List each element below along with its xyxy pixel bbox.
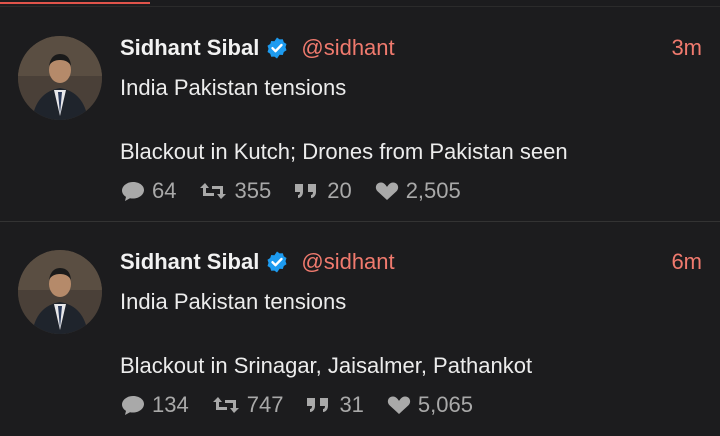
tweet-text-line: India Pakistan tensions xyxy=(120,289,347,314)
author-handle[interactable]: @sidhant xyxy=(301,249,394,275)
reply-count: 134 xyxy=(152,392,189,417)
verified-badge-icon xyxy=(267,37,287,59)
avatar-image xyxy=(18,36,102,120)
like-count: 2,505 xyxy=(405,178,461,203)
author-name[interactable]: Sidhant Sibal xyxy=(120,249,259,275)
quote-button[interactable]: 31 xyxy=(305,392,364,418)
retweet-count: 747 xyxy=(246,392,284,417)
avatar[interactable] xyxy=(18,36,102,120)
tweet-timestamp[interactable]: 3m xyxy=(671,34,702,62)
like-button[interactable]: 5,065 xyxy=(386,392,473,418)
quote-marks-icon xyxy=(295,184,317,198)
speech-bubble-icon xyxy=(122,396,144,415)
quote-button[interactable]: 20 xyxy=(293,178,352,204)
reply-button[interactable]: 134 xyxy=(120,392,189,418)
tweet-actions: 64 355 20 2,505 xyxy=(120,178,483,204)
retweet-count: 355 xyxy=(234,178,272,203)
avatar[interactable] xyxy=(18,250,102,334)
quote-count: 31 xyxy=(339,392,364,417)
retweet-arrows-icon xyxy=(212,397,239,413)
quote-marks-icon xyxy=(307,398,329,412)
speech-bubble-icon xyxy=(122,182,144,201)
tweet-header: Sidhant Sibal @sidhant 3m xyxy=(120,34,702,62)
like-button[interactable]: 2,505 xyxy=(374,178,461,204)
verified-badge-icon xyxy=(267,251,287,273)
tweet-text-line: India Pakistan tensions xyxy=(120,75,347,100)
author-handle[interactable]: @sidhant xyxy=(301,35,394,61)
tweet-header: Sidhant Sibal @sidhant 6m xyxy=(120,248,702,276)
tweet-timestamp[interactable]: 6m xyxy=(671,248,702,276)
heart-icon xyxy=(375,182,398,200)
tweet-text: India Pakistan tensions Blackout in Kutc… xyxy=(120,72,702,168)
retweet-button[interactable]: 747 xyxy=(211,392,284,418)
avatar-image xyxy=(18,250,102,334)
retweet-arrows-icon xyxy=(200,183,227,199)
tweet-card[interactable]: Sidhant Sibal @sidhant 3m India Pakistan… xyxy=(0,8,720,222)
tweet-text-line: Blackout in Srinagar, Jaisalmer, Pathank… xyxy=(120,353,533,378)
tweet-actions: 134 747 31 5,065 xyxy=(120,392,495,418)
tweet-feed: Sidhant Sibal @sidhant 3m India Pakistan… xyxy=(0,8,720,436)
tweet-text-line: Blackout in Kutch; Drones from Pakistan … xyxy=(120,139,568,164)
quote-count: 20 xyxy=(327,178,352,203)
reply-button[interactable]: 64 xyxy=(120,178,176,204)
reply-count: 64 xyxy=(152,178,177,203)
heart-icon xyxy=(387,396,411,414)
tweet-text: India Pakistan tensions Blackout in Srin… xyxy=(120,286,702,382)
active-tab-indicator xyxy=(0,2,150,4)
retweet-button[interactable]: 355 xyxy=(198,178,271,204)
tweet-card[interactable]: Sidhant Sibal @sidhant 6m India Pakistan… xyxy=(0,222,720,436)
like-count: 5,065 xyxy=(417,392,473,417)
author-name[interactable]: Sidhant Sibal xyxy=(120,35,259,61)
